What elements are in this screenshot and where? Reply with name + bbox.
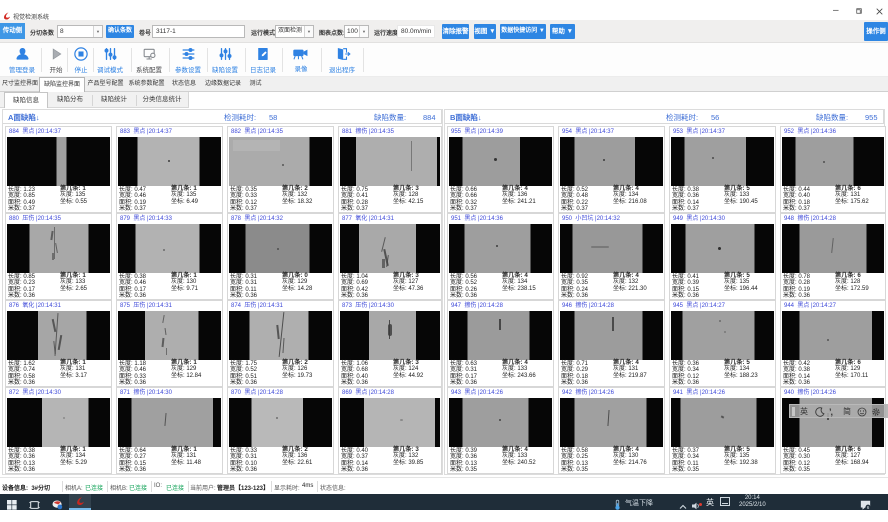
svg-text:6: 6: [867, 505, 870, 510]
